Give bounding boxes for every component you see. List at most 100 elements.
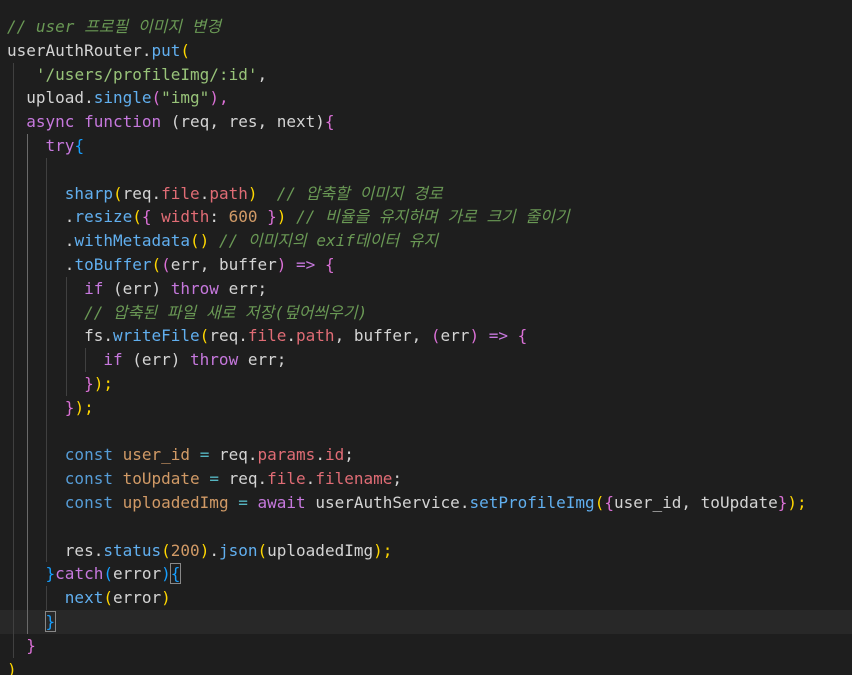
indent-guide <box>27 324 28 349</box>
arrow: => <box>488 326 508 346</box>
keyword: throw <box>190 350 239 370</box>
keyword: if <box>84 278 104 298</box>
indent-guide <box>13 348 14 372</box>
indent-guide <box>27 490 28 515</box>
keyword: await <box>257 492 306 512</box>
identifier: error <box>112 588 162 608</box>
identifier: err <box>247 350 277 370</box>
paren: ) <box>276 207 287 227</box>
variable: uploadedImg <box>122 492 229 512</box>
dot: . <box>199 183 210 203</box>
dot: . <box>64 207 75 227</box>
method: put <box>151 40 181 60</box>
indent-guide <box>66 300 67 325</box>
paren: ) <box>199 540 210 560</box>
paren: ( <box>199 326 210 346</box>
code-line[interactable]: .withMetadata() // 이미지의 exif데이터 유지 <box>0 229 852 253</box>
indent-guide <box>46 371 47 396</box>
indent-guide <box>27 371 28 396</box>
code-editor[interactable]: // user 프로필 이미지 변경 userAuthRouter.put( '… <box>0 0 852 675</box>
paren: () <box>190 231 210 251</box>
semicolon: ; <box>257 278 268 298</box>
arrow: => <box>296 254 316 274</box>
indent-guide <box>13 110 14 134</box>
code-line[interactable]: next(error) <box>0 586 852 610</box>
indent-guide <box>27 133 28 158</box>
code-line[interactable]: async function (req, res, next){ <box>0 110 852 134</box>
comma: , <box>257 64 268 84</box>
current-line[interactable]: } <box>0 609 852 634</box>
indent-guide <box>13 157 14 182</box>
code-line[interactable] <box>0 419 852 444</box>
code-line[interactable]: try{ <box>0 133 852 158</box>
code-line[interactable]: sharp(req.file.path) // 압축할 이미지 경로 <box>0 181 852 206</box>
paren: ( <box>122 350 142 370</box>
method: setProfileImg <box>469 492 595 512</box>
code-line[interactable]: .resize({ width: 600 }) // 비율을 유지하며 가로 크… <box>0 205 852 230</box>
comma: , <box>334 326 354 346</box>
indent-guide <box>27 419 28 444</box>
code-line[interactable] <box>0 157 852 182</box>
indent-guide <box>13 276 14 301</box>
indent-guide <box>46 443 47 468</box>
param: req <box>180 112 210 132</box>
code-line[interactable]: const uploadedImg = await userAuthServic… <box>0 490 852 515</box>
code-line[interactable]: fs.writeFile(req.file.path, buffer, (err… <box>0 324 852 349</box>
dot: . <box>103 326 113 346</box>
paren: ( <box>151 254 162 274</box>
code-line[interactable]: const toUpdate = req.file.filename; <box>0 467 852 491</box>
function-call: next <box>64 588 104 608</box>
identifier: error <box>112 564 162 584</box>
method: writeFile <box>112 326 200 346</box>
code-line[interactable]: } <box>0 633 852 658</box>
brace: } <box>84 373 94 393</box>
keyword: const <box>64 492 113 512</box>
brace: { <box>604 492 614 512</box>
code-line[interactable]: res.status(200).json(uploadedImg); <box>0 538 852 563</box>
paren: ( <box>161 254 171 274</box>
property: width <box>161 207 210 227</box>
paren: ( <box>161 112 181 132</box>
dot: . <box>286 326 297 346</box>
brace: { <box>324 254 335 274</box>
indent-guide <box>46 586 47 610</box>
keyword: catch <box>55 564 104 584</box>
code-line[interactable]: if (err) throw err; <box>0 348 852 372</box>
indent-guide <box>27 229 28 253</box>
code-line[interactable]: // user 프로필 이미지 변경 <box>0 15 852 39</box>
identifier: buffer <box>353 326 412 346</box>
paren: ) <box>469 326 480 346</box>
code-line[interactable]: const user_id = req.params.id; <box>0 443 852 468</box>
code-line[interactable]: upload.single("img"), <box>0 86 852 111</box>
code-line[interactable]: userAuthRouter.put( <box>0 39 852 63</box>
paren: ( <box>103 278 123 298</box>
paren: ( <box>103 588 113 608</box>
indent-guide <box>13 205 14 230</box>
code-line[interactable]: .toBuffer((err, buffer) => { <box>0 252 852 277</box>
code-line[interactable] <box>0 514 852 539</box>
identifier: err <box>122 278 152 298</box>
indent-guide <box>27 609 28 634</box>
code-line[interactable]: ) <box>0 658 852 675</box>
paren: ) <box>161 588 171 608</box>
code-line[interactable]: }catch(error){ <box>0 562 852 587</box>
code-line[interactable]: }); <box>0 371 852 396</box>
identifier: res <box>64 540 94 560</box>
code-line[interactable]: '/users/profileImg/:id', <box>0 62 852 87</box>
indent-guide <box>27 514 28 539</box>
code-line[interactable]: if (err) throw err; <box>0 276 852 301</box>
property: params <box>257 445 316 465</box>
code-line[interactable]: // 압축된 파일 새로 저장(덮어씌우기) <box>0 300 852 325</box>
paren: ( <box>112 183 123 203</box>
comma: , <box>411 326 431 346</box>
keyword: function <box>84 112 162 132</box>
code-line[interactable]: }); <box>0 395 852 420</box>
param: err <box>170 254 200 274</box>
indent-guide <box>27 467 28 491</box>
comment: // 압축된 파일 새로 저장(덮어씌우기) <box>84 302 368 322</box>
